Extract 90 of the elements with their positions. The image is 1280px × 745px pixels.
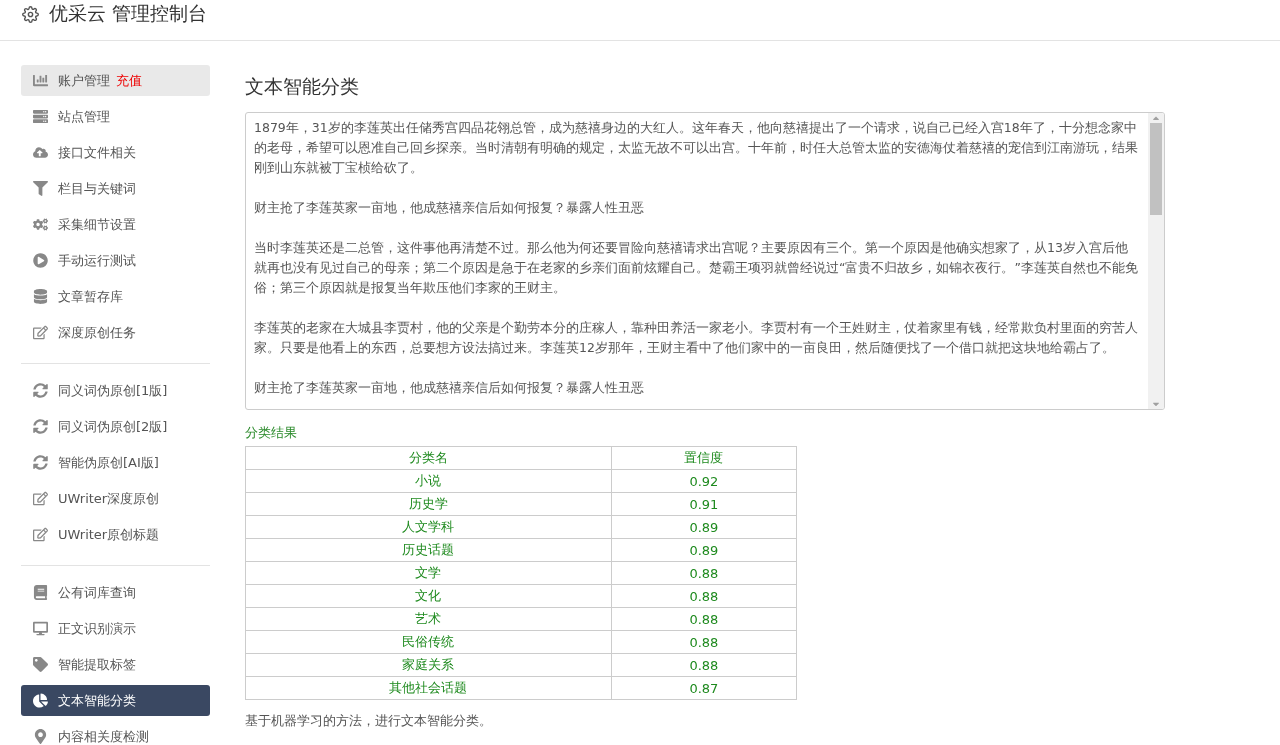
page-title: 文本智能分类	[245, 74, 360, 99]
sidebar-label: 同义词伪原创[2版]	[58, 417, 168, 436]
sidebar-label: 采集细节设置	[58, 215, 136, 234]
paragraph: 财主抢了李莲英家一亩地，他成慈禧亲信后如何报复？暴露人性丑恶	[254, 199, 645, 217]
sidebar-label: 账户管理	[58, 71, 110, 90]
paragraph: 李莲英的老家在大城县李贾村，他的父亲是个勤劳本分的庄稼人，靠种田养活一家老小。李贾村有一个王姓财主，仗着家里有钱，经常欺负村里面的穷苦人家。只要是他看上的东西，总要想方设法搞过来。李莲英12岁那年，王财主看中了他们家中的一亩良田，然后随便找了一个借口就把这块地给霸占了。	[254, 319, 1139, 357]
table-cell: 文化	[245, 584, 612, 608]
column-header: 分类名	[245, 446, 612, 470]
sidebar-item[interactable]: 账户管理 充值	[21, 65, 210, 96]
sidebar-label: 文本智能分类	[58, 691, 136, 710]
pie-chart-icon	[33, 693, 48, 708]
sidebar-label: 接口文件相关	[58, 143, 136, 162]
column-header: 置信度	[611, 446, 797, 470]
filter-icon	[33, 181, 48, 196]
play-icon	[33, 253, 48, 268]
cloud-upload-icon	[33, 145, 48, 160]
result-label: 分类结果	[245, 424, 298, 442]
sidebar-label: 公有词库查询	[58, 583, 136, 602]
sidebar-item[interactable]: 文本智能分类	[21, 685, 210, 716]
sidebar-label: UWriter原创标题	[58, 525, 160, 544]
sidebar-item[interactable]: 同义词伪原创[2版]	[21, 411, 210, 442]
gears-icon	[33, 217, 48, 232]
sidebar-item[interactable]: UWriter深度原创	[21, 483, 210, 514]
paragraph: 财主抢了李莲英家一亩地，他成慈禧亲信后如何报复？暴露人性丑恶	[254, 379, 645, 397]
sidebar-item[interactable]: UWriter原创标题	[21, 519, 210, 550]
text-input-area[interactable]	[245, 112, 1165, 410]
sidebar-label: 正文识别演示	[58, 619, 136, 638]
monitor-icon	[33, 621, 48, 636]
scrollbar[interactable]	[1148, 113, 1164, 409]
sidebar-label: 手动运行测试	[58, 251, 136, 270]
refresh-icon	[33, 455, 48, 470]
sidebar-label: UWriter深度原创	[58, 489, 160, 508]
sidebar-item[interactable]: 深度原创任务	[21, 317, 210, 348]
sidebar-label: 内容相关度检测	[58, 727, 149, 745]
table-cell: 人文学科	[245, 515, 612, 539]
bar-chart-icon	[33, 73, 48, 88]
sidebar-item[interactable]: 智能提取标签	[21, 649, 210, 680]
sidebar-item[interactable]: 智能伪原创[AI版]	[21, 447, 210, 478]
table-cell: 0.91	[611, 492, 797, 516]
sidebar-item[interactable]: 接口文件相关	[21, 137, 210, 168]
table-cell: 0.88	[611, 630, 797, 654]
sidebar-label: 栏目与关键词	[58, 179, 136, 198]
sidebar-label: 同义词伪原创[1版]	[58, 381, 168, 400]
server-icon	[33, 109, 48, 124]
refresh-icon	[33, 419, 48, 434]
paragraph: 当时李莲英还是二总管，这件事他再清楚不过。那么他为何还要冒险向慈禧请求出宫呢？主要原因有三个。第一个原因是他确实想家了，从13岁入宫后他就再也没有见过自己的母亲；第二个原因是急于在老家的乡亲们面前炫耀自己。楚霸王项羽就曾经说过“富贵不归故乡，如锦衣夜行。”李莲英自然也不能免俗；第三个原因就是报复当年欺压他们李家的王财主。	[254, 239, 1139, 297]
paragraph: 1879年，31岁的李莲英出任储秀宫四品花翎总管，成为慈禧身边的大红人。这年春天，他向慈禧提出了一个请求，说自己已经入宫18年了，十分想念家中的老母，希望可以恩准自己回乡探亲。当时清朝有明确的规定，太监无故不可以出宫。十年前，时任大总管太监的安德海仗着慈禧的宠信到江南游玩，结果刚到山东就被丁宝桢给砍了。	[254, 119, 1139, 177]
sidebar-label: 深度原创任务	[58, 323, 136, 342]
refresh-icon	[33, 383, 48, 398]
sidebar-item[interactable]: 公有词库查询	[21, 577, 210, 608]
table-cell: 0.88	[611, 607, 797, 631]
table-cell: 0.88	[611, 653, 797, 677]
description-text: 基于机器学习的方法，进行文本智能分类。	[245, 712, 493, 730]
table-cell: 0.87	[611, 676, 797, 700]
edit-icon	[33, 491, 48, 506]
sidebar-item[interactable]: 手动运行测试	[21, 245, 210, 276]
table-cell: 小说	[245, 469, 612, 493]
table-cell: 0.89	[611, 515, 797, 539]
edit-icon	[33, 325, 48, 340]
database-icon	[33, 289, 48, 304]
table-cell: 家庭关系	[245, 653, 612, 677]
table-cell: 历史学	[245, 492, 612, 516]
sidebar-label: 智能提取标签	[58, 655, 136, 674]
sidebar-label: 智能伪原创[AI版]	[58, 453, 159, 472]
sidebar-item[interactable]: 内容相关度检测	[21, 721, 210, 745]
table-cell: 0.88	[611, 561, 797, 585]
sidebar-item[interactable]: 文章暂存库	[21, 281, 210, 312]
table-cell: 0.89	[611, 538, 797, 562]
table-cell: 艺术	[245, 607, 612, 631]
tag-icon	[33, 657, 48, 672]
sidebar-item[interactable]: 栏目与关键词	[21, 173, 210, 204]
table-cell: 文学	[245, 561, 612, 585]
scroll-thumb[interactable]	[1150, 123, 1162, 215]
edit-icon	[33, 527, 48, 542]
settings-icon	[22, 5, 39, 23]
sidebar-label: 文章暂存库	[58, 287, 123, 306]
table-cell: 民俗传统	[245, 630, 612, 654]
recharge-link[interactable]: 充值	[116, 71, 142, 90]
table-cell: 历史话题	[245, 538, 612, 562]
sidebar-item[interactable]: 采集细节设置	[21, 209, 210, 240]
table-cell: 0.92	[611, 469, 797, 493]
sidebar-item[interactable]: 正文识别演示	[21, 613, 210, 644]
sidebar-item[interactable]: 同义词伪原创[1版]	[21, 375, 210, 406]
book-icon	[33, 585, 48, 600]
marker-icon	[33, 729, 48, 744]
sidebar-label: 站点管理	[58, 107, 110, 126]
sidebar-item[interactable]: 站点管理	[21, 101, 210, 132]
table-cell: 其他社会话题	[245, 676, 612, 700]
table-cell: 0.88	[611, 584, 797, 608]
console-title: 优采云 管理控制台	[49, 1, 208, 26]
